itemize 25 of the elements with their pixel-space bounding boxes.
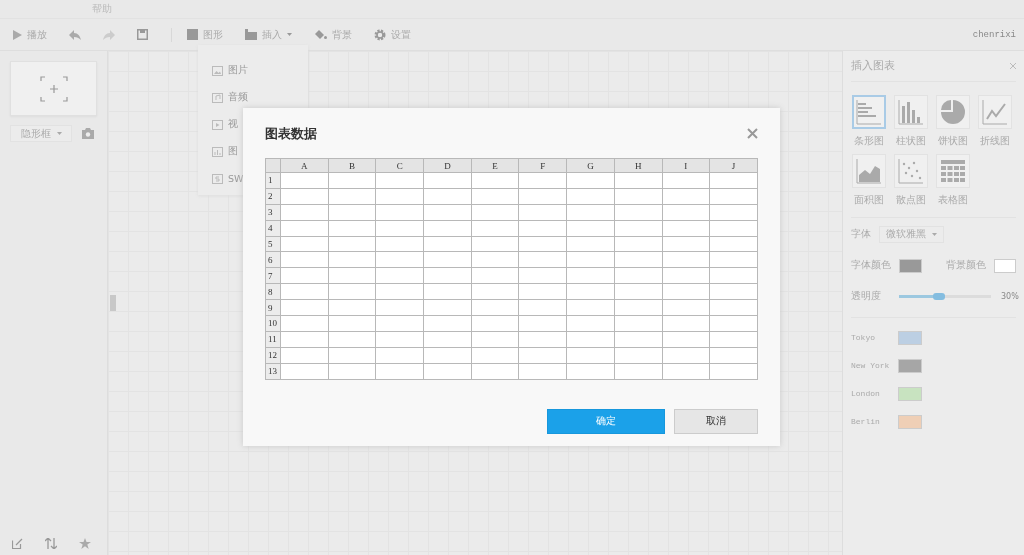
chart-type-label: 折线图 (980, 135, 1010, 148)
font-color-label: 字体颜色 (851, 259, 891, 272)
chart-type-label: 表格图 (938, 194, 968, 207)
chart-type-label: 饼状图 (938, 135, 968, 148)
background-color-label: 背景颜色 (945, 259, 986, 272)
series-name: London (851, 389, 881, 398)
column-header: F (518, 158, 567, 173)
column-header: I (662, 158, 710, 173)
chart-type-label: 面积图 (854, 194, 884, 207)
column-header: B (328, 158, 376, 173)
column-header: E (471, 158, 519, 173)
chart-type-label: 条形图 (854, 135, 884, 148)
column-header: J (709, 158, 758, 173)
column-header: H (614, 158, 662, 173)
column-header: G (566, 158, 615, 173)
column-header: D (423, 158, 472, 173)
series-name: New York (851, 361, 891, 370)
column-header: A (280, 158, 329, 173)
column-header: C (375, 158, 424, 173)
dialog-title: 图表数据 (265, 124, 317, 143)
font-label: 字体 (851, 228, 871, 241)
chart-type-label: 柱状图 (896, 135, 926, 148)
series-name: Tokyo (851, 333, 876, 342)
panel-title: 插入图表 (851, 59, 895, 73)
opacity-value: 30% (1001, 292, 1019, 301)
